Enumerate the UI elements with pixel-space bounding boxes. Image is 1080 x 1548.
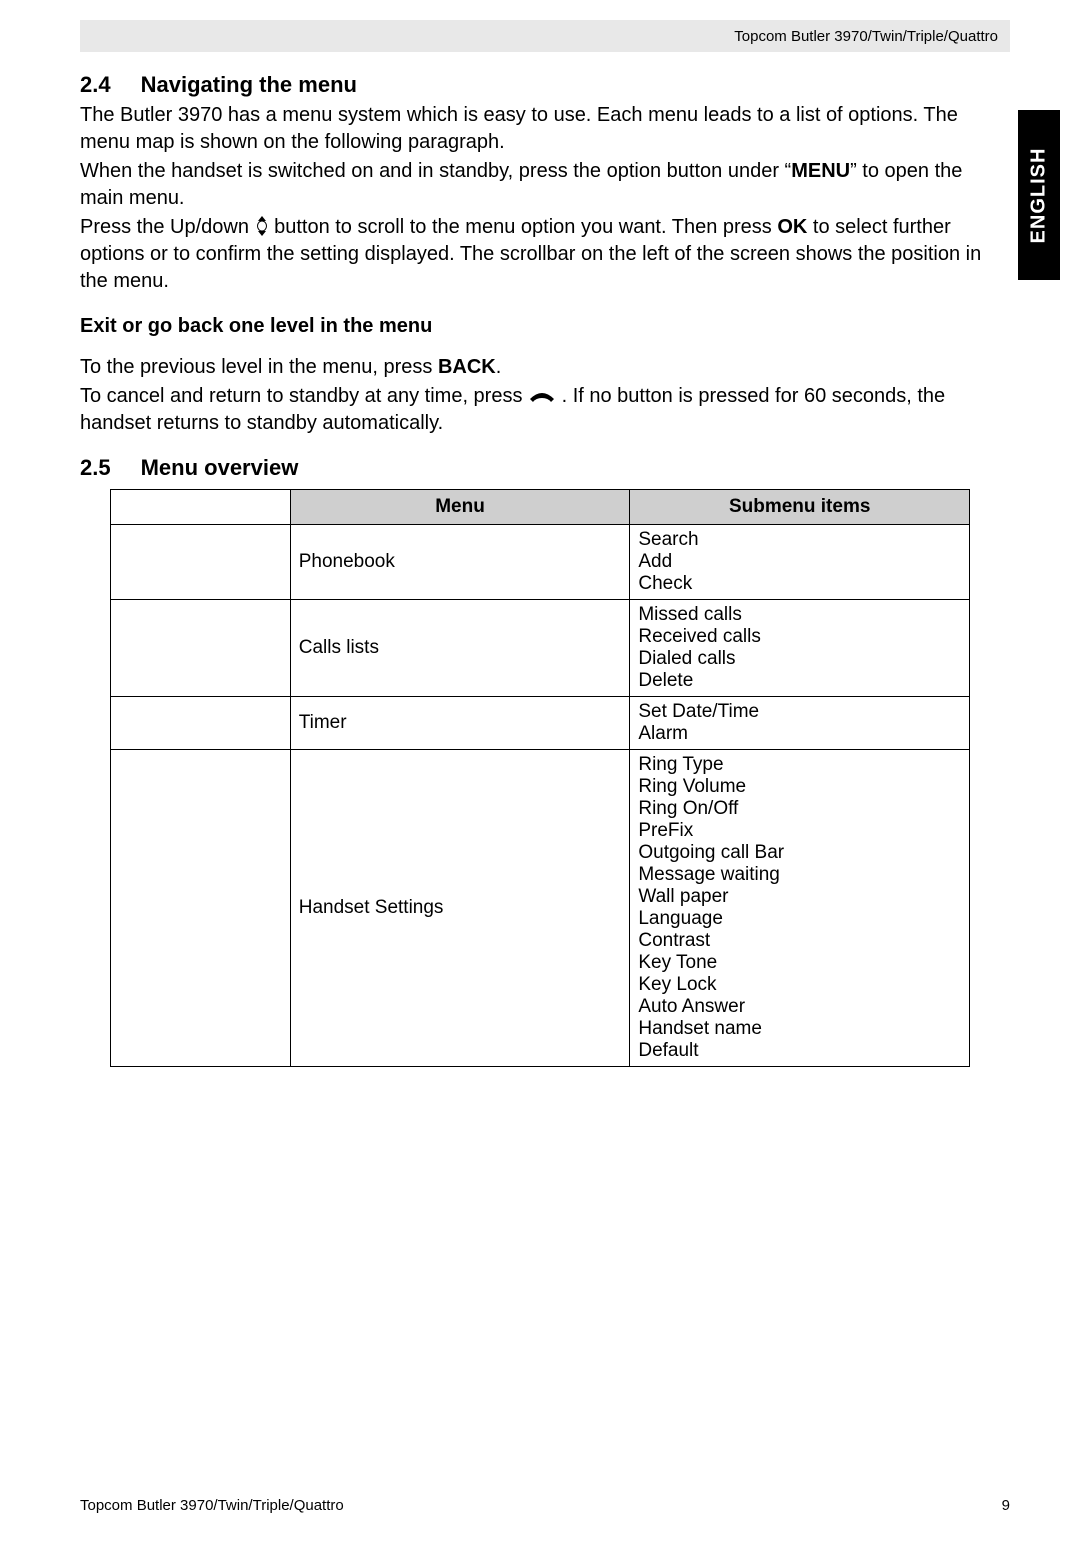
table-cell-submenu: Set Date/TimeAlarm (630, 697, 970, 750)
table-cell-submenu: Ring TypeRing VolumeRing On/OffPreFixOut… (630, 750, 970, 1067)
table-cell-submenu: Missed callsReceived callsDialed callsDe… (630, 600, 970, 697)
back-bold-label: BACK (438, 356, 496, 378)
content-area: 2.4 Navigating the menu The Butler 3970 … (80, 52, 1010, 1067)
hangup-icon (528, 384, 556, 398)
table-cell-blank (111, 750, 291, 1067)
menu-bold-label: MENU (791, 160, 850, 182)
p4-run-a: To the previous level in the menu, press (80, 356, 438, 378)
section-2-5-title: Menu overview (141, 455, 299, 481)
table-head-row: Menu Submenu items (111, 490, 970, 525)
p4-run-b: . (496, 356, 502, 378)
section-2-5-heading: 2.5 Menu overview (80, 455, 1010, 481)
table-head-menu: Menu (290, 490, 630, 525)
language-tab-label: ENGLISH (1028, 147, 1051, 243)
table-row: Phonebook SearchAddCheck (111, 525, 970, 600)
table-cell-blank (111, 525, 291, 600)
updown-icon (255, 215, 269, 237)
table-cell-menu: Calls lists (290, 600, 630, 697)
table-head-blank (111, 490, 291, 525)
p3-run-a: Press the Up/down (80, 216, 255, 238)
table-row: Calls lists Missed callsReceived callsDi… (111, 600, 970, 697)
section-2-4-number: 2.4 (80, 72, 111, 98)
p3-run-b: button to scroll to the menu option you … (269, 216, 778, 238)
section-2-4-title: Navigating the menu (141, 72, 357, 98)
page-footer: Topcom Butler 3970/Twin/Triple/Quattro 9 (80, 1497, 1010, 1514)
section-2-4-paragraph-3: Press the Up/down button to scroll to th… (80, 214, 1010, 295)
ok-bold-label: OK (777, 216, 807, 238)
table-cell-blank (111, 697, 291, 750)
table-cell-menu: Handset Settings (290, 750, 630, 1067)
table-row: Handset Settings Ring TypeRing VolumeRin… (111, 750, 970, 1067)
table-cell-submenu: SearchAddCheck (630, 525, 970, 600)
table-row: Timer Set Date/TimeAlarm (111, 697, 970, 750)
section-2-4-paragraph-5: To cancel and return to standby at any t… (80, 383, 1010, 437)
menu-overview-table: Menu Submenu items Phonebook SearchAddCh… (110, 489, 970, 1067)
section-2-4-paragraph-1: The Butler 3970 has a menu system which … (80, 102, 1010, 156)
p5-run-a: To cancel and return to standby at any t… (80, 385, 528, 407)
section-2-4-heading: 2.4 Navigating the menu (80, 72, 1010, 98)
section-2-4-paragraph-4: To the previous level in the menu, press… (80, 354, 1010, 381)
p2-run-a: When the handset is switched on and in s… (80, 160, 791, 182)
table-cell-menu: Timer (290, 697, 630, 750)
table-cell-blank (111, 600, 291, 697)
document-page: Topcom Butler 3970/Twin/Triple/Quattro E… (0, 20, 1080, 1548)
language-tab: ENGLISH (1018, 110, 1060, 280)
header-product: Topcom Butler 3970/Twin/Triple/Quattro (734, 28, 998, 45)
section-2-4-paragraph-2: When the handset is switched on and in s… (80, 158, 1010, 212)
section-2-5-number: 2.5 (80, 455, 111, 481)
table-cell-menu: Phonebook (290, 525, 630, 600)
footer-page-number: 9 (1002, 1497, 1010, 1514)
table-head-submenu: Submenu items (630, 490, 970, 525)
footer-left: Topcom Butler 3970/Twin/Triple/Quattro (80, 1497, 344, 1514)
header-bar: Topcom Butler 3970/Twin/Triple/Quattro (80, 20, 1010, 52)
exit-subheading: Exit or go back one level in the menu (80, 315, 1010, 338)
